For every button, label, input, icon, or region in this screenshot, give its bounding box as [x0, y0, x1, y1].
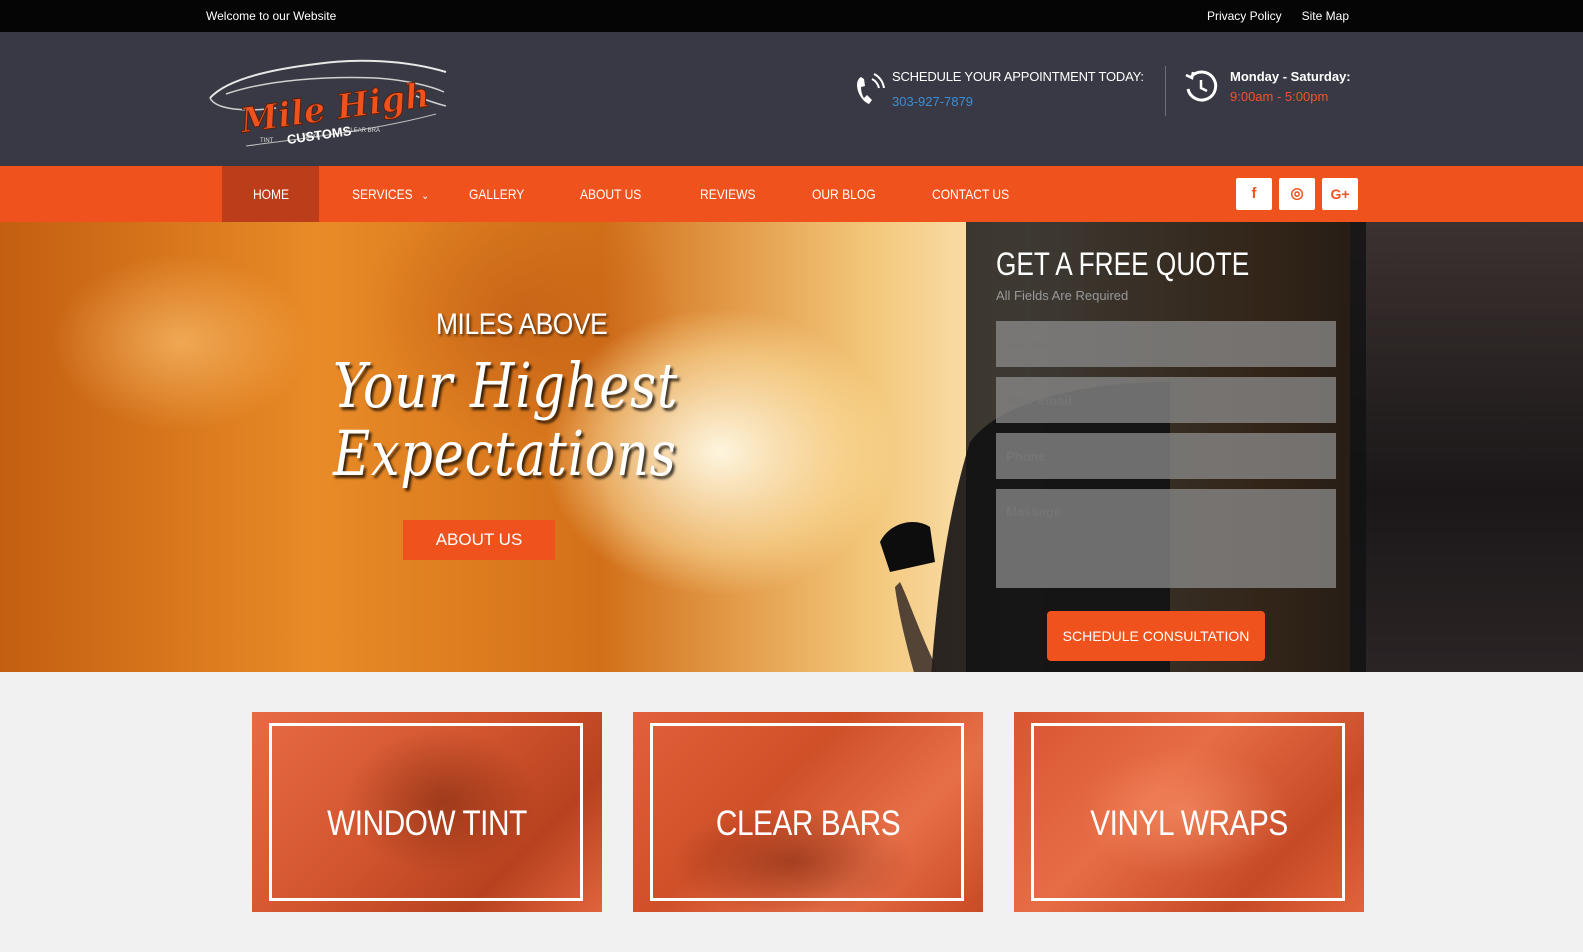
nav-reviews[interactable]: REVIEWS	[700, 166, 756, 222]
hours-days: Monday - Saturday:	[1230, 69, 1351, 84]
nav-home[interactable]: HOME	[222, 166, 319, 222]
nav-services[interactable]: SERVICES ⌄	[352, 166, 429, 222]
hours-time: 9:00am - 5:00pm	[1230, 89, 1329, 104]
quote-subtitle: All Fields Are Required	[996, 288, 1129, 303]
privacy-policy-link[interactable]: Privacy Policy	[1207, 9, 1282, 23]
hero-script-line-1: Your Highest	[333, 349, 679, 422]
site-header: Mile High CUSTOMS TINT VINYL CLEAR BRA S…	[0, 32, 1583, 166]
nav-services-label: SERVICES	[352, 186, 413, 202]
quote-form: GET A FREE QUOTE All Fields Are Required…	[966, 222, 1366, 672]
instagram-icon[interactable]: ◎	[1279, 178, 1315, 210]
phone-icon	[857, 73, 885, 104]
service-card-window-tint[interactable]: WINDOW TINT	[252, 712, 602, 912]
email-input[interactable]	[996, 377, 1336, 423]
appointment-title: SCHEDULE YOUR APPOINTMENT TODAY:	[892, 69, 1144, 84]
logo-tag-vinyl: VINYL	[302, 134, 320, 140]
google-plus-icon[interactable]: G+	[1322, 178, 1358, 210]
hero-headline: MILES ABOVE	[436, 308, 608, 341]
chevron-down-icon: ⌄	[421, 190, 430, 202]
logo-tag-tint: TINT	[260, 138, 274, 144]
card-label: VINYL WRAPS	[1090, 804, 1288, 843]
welcome-text: Welcome to our Website	[206, 9, 337, 23]
nav-about-us[interactable]: ABOUT US	[580, 166, 641, 222]
nav-home-label: HOME	[252, 186, 289, 202]
card-label: CLEAR BARS	[715, 804, 901, 843]
logo-tag-clearbra: CLEAR BRA	[346, 128, 380, 134]
quote-title: GET A FREE QUOTE	[996, 246, 1250, 282]
site-map-link[interactable]: Site Map	[1302, 9, 1349, 23]
header-divider	[1165, 66, 1166, 116]
full-name-input[interactable]	[996, 321, 1336, 367]
schedule-consultation-button[interactable]: SCHEDULE CONSULTATION	[1047, 611, 1265, 661]
nav-gallery[interactable]: GALLERY	[469, 166, 524, 222]
facebook-icon[interactable]: f	[1236, 178, 1272, 210]
hero-script-line-2: Expectations	[333, 417, 677, 490]
top-links: Privacy Policy Site Map	[1207, 9, 1349, 23]
nav-our-blog[interactable]: OUR BLOG	[812, 166, 876, 222]
about-us-button[interactable]: ABOUT US	[403, 520, 555, 560]
message-textarea[interactable]	[996, 489, 1336, 588]
service-card-clear-bars[interactable]: CLEAR BARS	[633, 712, 983, 912]
phone-input[interactable]	[996, 433, 1336, 479]
top-bar: Welcome to our Website Privacy Policy Si…	[0, 0, 1583, 32]
logo[interactable]: Mile High CUSTOMS TINT VINYL CLEAR BRA	[206, 50, 451, 150]
card-label: WINDOW TINT	[327, 804, 527, 843]
clock-icon	[1185, 70, 1218, 102]
phone-number-link[interactable]: 303-927-7879	[892, 94, 973, 109]
service-card-vinyl-wraps[interactable]: VINYL WRAPS	[1014, 712, 1364, 912]
nav-contact-us[interactable]: CONTACT US	[932, 166, 1009, 222]
